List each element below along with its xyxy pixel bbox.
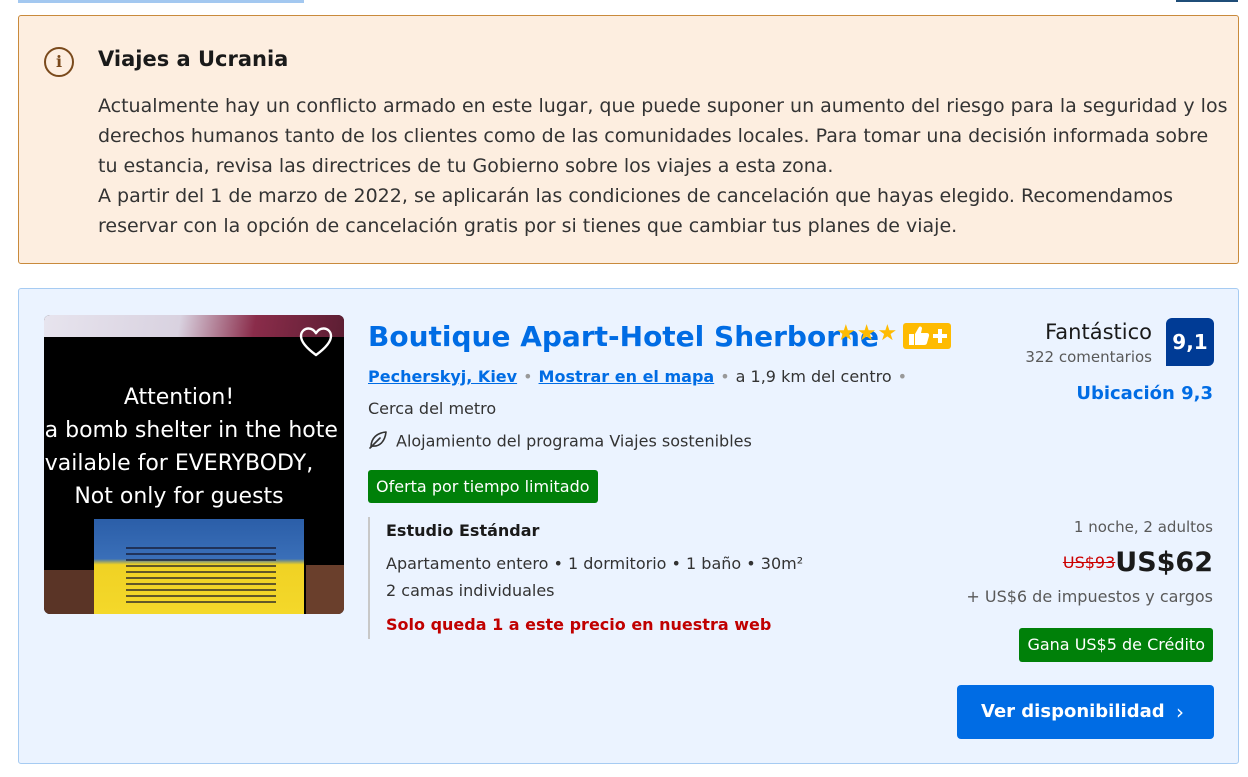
show-on-map-link[interactable]: Mostrar en el mapa — [539, 367, 715, 386]
room-title: Estudio Estándar — [386, 521, 540, 540]
review-score-badge[interactable]: 9,1 — [1166, 318, 1214, 366]
alert-title: Viajes a Ucrania — [98, 47, 289, 71]
alert-paragraph: A partir del 1 de marzo de 2022, se apli… — [98, 185, 1174, 237]
thumbs-up-plus-icon — [903, 323, 951, 349]
separator-dot: • — [897, 367, 908, 386]
price-row: US$93US$62 — [1063, 547, 1213, 578]
separator-dot: • — [523, 367, 533, 386]
current-price: US$62 — [1115, 547, 1213, 578]
district-link[interactable]: Pecherskyj, Kiev — [368, 367, 517, 386]
poster-line: Attention! — [123, 385, 235, 410]
location-score: Ubicación 9,3 — [1076, 383, 1213, 404]
occupancy-text: 1 noche, 2 adultos — [1073, 518, 1213, 536]
taxes-text: + US$6 de impuestos y cargos — [966, 587, 1213, 606]
travel-warning-alert: i Viajes a Ucrania Actualmente hay un co… — [18, 15, 1239, 264]
property-card: Attention! is a bomb shelter in the hote… — [18, 288, 1239, 764]
star-rating: ★★★ — [836, 321, 899, 346]
separator-dot: • — [720, 367, 730, 386]
search-results-page: i Viajes a Ucrania Actualmente hay un co… — [0, 0, 1248, 777]
location-row: Pecherskyj, Kiev • Mostrar en el mapa • a 1,… — [368, 367, 913, 386]
review-count[interactable]: 322 comentarios — [1025, 348, 1152, 366]
photo-floor — [44, 570, 96, 614]
see-availability-label: Ver disponibilidad — [981, 701, 1165, 722]
room-beds: 2 camas individuales — [386, 581, 555, 600]
metro-text: Cerca del metro — [368, 399, 497, 418]
room-description: Apartamento entero • 1 dormitorio • 1 ba… — [386, 554, 804, 573]
distance-text: a 1,9 km del centro — [735, 367, 892, 386]
sustainability-text: Alojamiento del programa Viajes sostenib… — [396, 431, 752, 451]
urgency-message: Solo queda 1 a este precio en nuestra we… — [386, 615, 772, 634]
photo-floor — [306, 565, 344, 614]
photo-flag-text — [126, 547, 276, 605]
heart-icon[interactable] — [299, 326, 333, 358]
photo-poster-text: Attention! is a bomb shelter in the hote… — [44, 381, 344, 513]
top-right-divider — [1176, 0, 1238, 2]
top-divider — [18, 0, 304, 3]
credit-badge: Gana US$5 de Crédito — [1019, 628, 1213, 662]
info-icon: i — [44, 47, 74, 77]
alert-body: Actualmente hay un conflicto armado en e… — [98, 91, 1228, 241]
leaf-icon — [368, 430, 388, 454]
see-availability-button[interactable]: Ver disponibilidad › — [957, 685, 1214, 739]
poster-line: vailable for EVERYBODY, — [44, 451, 314, 476]
sustainability-row: Alojamiento del programa Viajes sostenib… — [368, 430, 752, 454]
review-word[interactable]: Fantástico — [1045, 320, 1152, 344]
hotel-name-link[interactable]: Boutique Apart-Hotel Sherborne — [368, 320, 879, 353]
poster-line: Not only for guests — [74, 484, 284, 509]
limited-offer-badge: Oferta por tiempo limitado — [368, 470, 598, 503]
alert-paragraph: Actualmente hay un conflicto armado en e… — [98, 95, 1228, 177]
room-info: Estudio Estándar Apartamento entero • 1 … — [368, 517, 803, 639]
poster-line: is a bomb shelter in the hote — [44, 418, 338, 443]
chevron-right-icon: › — [1176, 700, 1184, 724]
old-price: US$93 — [1062, 553, 1116, 572]
property-photo[interactable]: Attention! is a bomb shelter in the hote… — [44, 315, 344, 614]
